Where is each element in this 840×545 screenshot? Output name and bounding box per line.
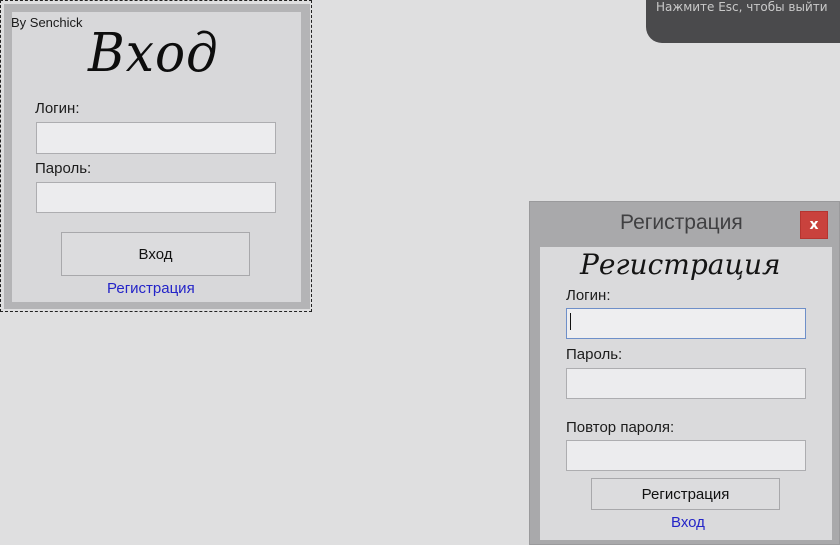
- close-button[interactable]: x: [800, 211, 828, 239]
- register-button[interactable]: Регистрация: [591, 478, 780, 510]
- fullscreen-hint-toast: Нажмите Esc, чтобы выйти: [646, 0, 840, 43]
- password-input[interactable]: [36, 182, 276, 213]
- reg-repeat-password-label: Повтор пароля:: [566, 419, 675, 436]
- fullscreen-hint-text: Нажмите Esc, чтобы выйти: [656, 0, 828, 14]
- login-link[interactable]: Вход: [671, 514, 705, 531]
- reg-login-input[interactable]: [566, 308, 806, 339]
- close-icon: x: [809, 217, 819, 233]
- reg-login-label: Логин:: [566, 287, 611, 304]
- login-button[interactable]: Вход: [61, 232, 250, 276]
- register-link[interactable]: Регистрация: [107, 280, 195, 297]
- text-caret: [570, 313, 571, 330]
- reg-repeat-password-input[interactable]: [566, 440, 806, 471]
- registration-title: Регистрация: [580, 248, 781, 281]
- reg-password-input[interactable]: [566, 368, 806, 399]
- reg-password-label: Пароль:: [566, 346, 623, 363]
- author-label: By Senchick: [11, 15, 83, 30]
- login-label: Логин:: [35, 100, 80, 117]
- password-label: Пароль:: [35, 160, 92, 177]
- login-input[interactable]: [36, 122, 276, 154]
- login-title: Вход: [88, 22, 219, 84]
- registration-window-title: Регистрация: [620, 211, 743, 234]
